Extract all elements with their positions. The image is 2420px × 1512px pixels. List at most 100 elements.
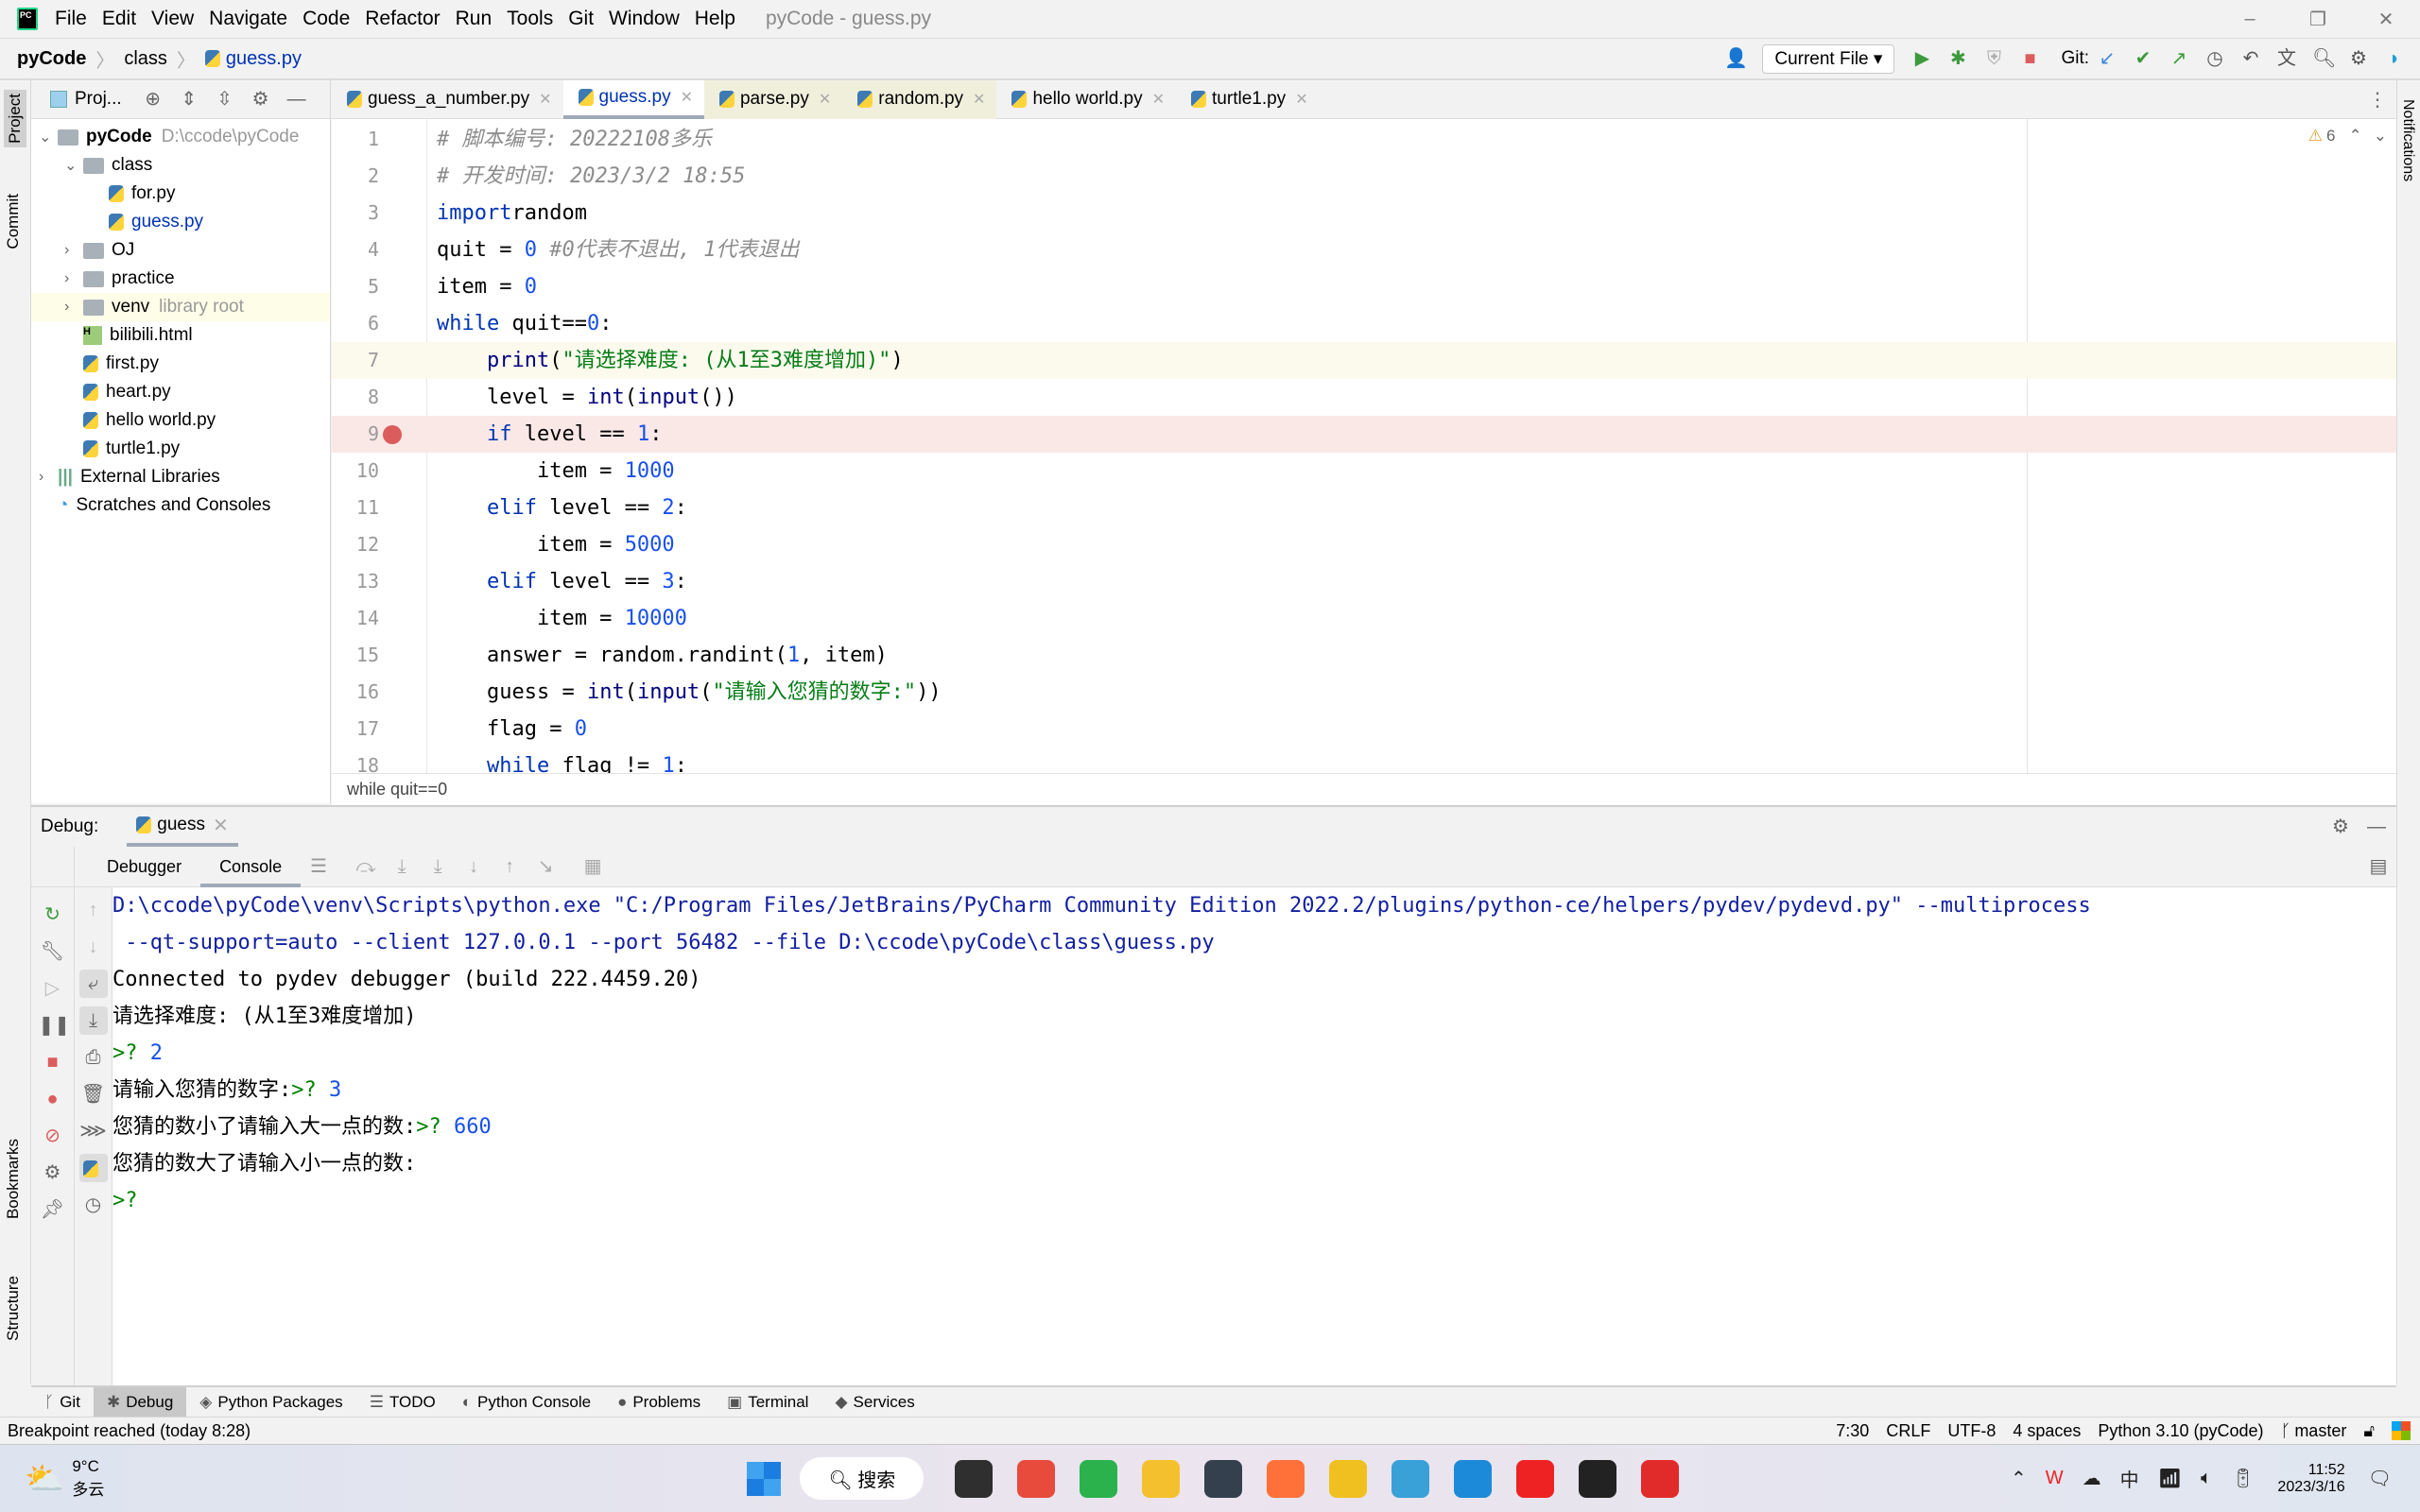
git-push-icon[interactable]: ↗ — [2169, 48, 2189, 69]
chevron-down-icon[interactable]: ⌄ — [39, 128, 58, 146]
step-over-icon[interactable]: ⤼ — [355, 856, 376, 877]
chevron-right-icon[interactable]: › — [64, 270, 83, 287]
code-line[interactable]: 16 guess = int(input("请输入您猜的数字:")) — [332, 674, 2396, 711]
tab-turtle1-py[interactable]: turtle1.py ✕ — [1176, 80, 1320, 119]
onedrive-icon[interactable]: ☁ — [2083, 1467, 2101, 1490]
stop-icon[interactable]: ■ — [39, 1048, 67, 1076]
jetbrains-icon[interactable]: ◗ — [2384, 48, 2405, 69]
pause-icon[interactable]: ❚❚ — [39, 1011, 71, 1040]
taskbar-app-icon[interactable] — [1017, 1459, 1056, 1498]
tool-tab-services[interactable]: ◆ Services — [821, 1387, 927, 1417]
debug-icon[interactable]: ✱ — [1947, 48, 1968, 69]
menu-tools[interactable]: Tools — [507, 8, 553, 30]
menu-navigate[interactable]: Navigate — [209, 8, 287, 30]
code-line[interactable]: 18 while flag != 1: — [332, 747, 2396, 773]
tree-item-guess-py[interactable]: guess.py — [31, 208, 330, 236]
stop-icon[interactable]: ■ — [2019, 48, 2040, 69]
tray-overflow-icon[interactable]: ⌃ — [2011, 1467, 2027, 1490]
tab-parse-py[interactable]: parse.py ✕ — [703, 79, 843, 119]
maximize-button[interactable]: ❐ — [2284, 8, 2352, 31]
line-separator[interactable]: CRLF — [1886, 1418, 1930, 1444]
soft-wrap-icon[interactable]: ⤶ — [78, 970, 108, 998]
interpreter-selector[interactable]: Python 3.10 (pyCode) — [2098, 1418, 2263, 1444]
git-branch[interactable]: master — [2294, 1418, 2346, 1444]
tool-tab-git[interactable]: ᚴ Git — [31, 1387, 94, 1417]
taskbar-app-icon[interactable] — [1204, 1459, 1243, 1498]
step-into-my-code-icon[interactable]: ⤓ — [427, 856, 448, 877]
structure-tool-button[interactable]: Structure — [4, 1276, 23, 1341]
project-view-label[interactable]: Proj... — [75, 89, 122, 110]
menu-view[interactable]: View — [151, 8, 194, 30]
taskbar-app-icon[interactable] — [1080, 1459, 1118, 1498]
scroll-to-end-icon[interactable]: ⤓ — [78, 1006, 108, 1035]
code-line[interactable]: 15 answer = random.randint(1, item) — [332, 637, 2396, 674]
step-out-icon[interactable]: ↑ — [499, 856, 520, 877]
tab-console[interactable]: Console — [200, 847, 302, 887]
evaluate-expression-icon[interactable]: ▦ — [582, 856, 603, 877]
code-line[interactable]: 4 quit = 0 #0代表不退出, 1代表退出 — [332, 232, 2396, 268]
collapse-all-icon[interactable]: ⇳ — [215, 89, 235, 110]
editor-breadcrumb[interactable]: while quit==0 — [332, 773, 2396, 805]
menu-window[interactable]: Window — [609, 8, 680, 30]
tree-item-for-py[interactable]: for.py — [31, 180, 330, 208]
gear-icon[interactable]: ⚙ — [2330, 816, 2351, 837]
notification-center-icon[interactable]: 🗨︎ — [2368, 1467, 2392, 1490]
code-editor[interactable]: 1 # 脚本编号: 20222108多乐 2 # 开发时间: 2023/3/2 18:… — [332, 119, 2396, 773]
taskbar-app-icon[interactable] — [1454, 1459, 1493, 1498]
execute-icon[interactable]: ⋙ — [79, 1117, 108, 1145]
down-arrow-icon[interactable]: ↓ — [79, 933, 108, 961]
close-tab-icon[interactable]: ✕ — [681, 88, 693, 107]
chevron-right-icon[interactable]: › — [64, 242, 83, 259]
code-line[interactable]: 5 item = 0 — [332, 268, 2396, 305]
taskbar-app-icon[interactable] — [1267, 1459, 1305, 1498]
breadcrumb-file[interactable]: guess.py — [226, 48, 302, 70]
close-tab-icon[interactable]: ✕ — [819, 90, 831, 109]
code-line[interactable]: 2 # 开发时间: 2023/3/2 18:55 — [332, 158, 2396, 195]
tab-debugger[interactable]: Debugger — [88, 847, 200, 887]
close-tab-icon[interactable]: ✕ — [1152, 90, 1165, 109]
run-to-cursor-icon[interactable]: ↘ — [535, 856, 556, 877]
indent-setting[interactable]: 4 spaces — [2013, 1418, 2081, 1444]
bookmarks-tool-button[interactable]: Bookmarks — [4, 1139, 23, 1219]
code-line[interactable]: 17 flag = 0 — [332, 711, 2396, 747]
debug-session-tab[interactable]: guess ✕ — [127, 807, 238, 847]
code-line[interactable]: 10 item = 1000 — [332, 453, 2396, 490]
hide-panel-icon[interactable]: — — [2366, 816, 2387, 837]
close-tab-icon[interactable]: ✕ — [973, 90, 985, 109]
history-icon[interactable]: ◷ — [2204, 48, 2225, 69]
tree-item-first-py[interactable]: first.py — [31, 350, 330, 378]
view-breakpoints-icon[interactable]: ● — [39, 1085, 67, 1113]
user-icon[interactable]: 👤 — [1724, 48, 1748, 69]
commit-tool-button[interactable]: Commit — [4, 194, 23, 249]
code-line[interactable]: 13 elif level == 3: — [332, 563, 2396, 600]
pin-icon[interactable]: 📌︎ — [39, 1195, 67, 1224]
code-line[interactable]: 14 item = 10000 — [332, 600, 2396, 637]
tool-tab-terminal[interactable]: ▣ Terminal — [714, 1387, 821, 1417]
start-button[interactable] — [747, 1461, 782, 1496]
python-console-icon[interactable] — [78, 1154, 108, 1182]
translate-icon[interactable]: 文 — [2276, 48, 2297, 69]
tree-item-turtle1-py[interactable]: turtle1.py — [31, 435, 330, 463]
tree-item-venv[interactable]: › venv library root — [31, 293, 330, 321]
tool-tab-python-packages[interactable]: ◈ Python Packages — [186, 1387, 355, 1417]
menu-refactor[interactable]: Refactor — [365, 8, 440, 30]
taskbar-app-icon[interactable] — [1516, 1459, 1555, 1498]
tree-item-hello-world-py[interactable]: hello world.py — [31, 406, 330, 435]
caret-position[interactable]: 7:30 — [1836, 1418, 1869, 1444]
run-icon[interactable]: ▶ — [1911, 48, 1932, 69]
tree-item-bilibili-html[interactable]: Hbilibili.html — [31, 321, 330, 350]
notifications-tool-button[interactable]: Notifications — [2399, 99, 2416, 181]
gear-icon[interactable]: ⚙ — [251, 89, 271, 110]
mute-breakpoints-icon[interactable]: ⊘ — [39, 1122, 67, 1150]
menu-git[interactable]: Git — [568, 8, 594, 30]
menu-edit[interactable]: Edit — [102, 8, 136, 30]
tree-item-practice[interactable]: › practice — [31, 265, 330, 293]
tool-tab-todo[interactable]: ☰ TODO — [356, 1387, 449, 1417]
coverage-icon[interactable]: ⛨ — [1983, 48, 2004, 69]
taskbar-app-icon[interactable] — [955, 1459, 994, 1498]
taskbar-search[interactable]: 🔍︎ 搜索 — [800, 1457, 925, 1500]
taskbar-app-icon[interactable] — [1142, 1459, 1181, 1498]
code-line[interactable]: 3 importrandom — [332, 195, 2396, 232]
tree-item-pycode[interactable]: ⌄ pyCode D:\ccode\pyCode — [31, 123, 330, 151]
rerun-icon[interactable]: ↻ — [39, 901, 67, 929]
